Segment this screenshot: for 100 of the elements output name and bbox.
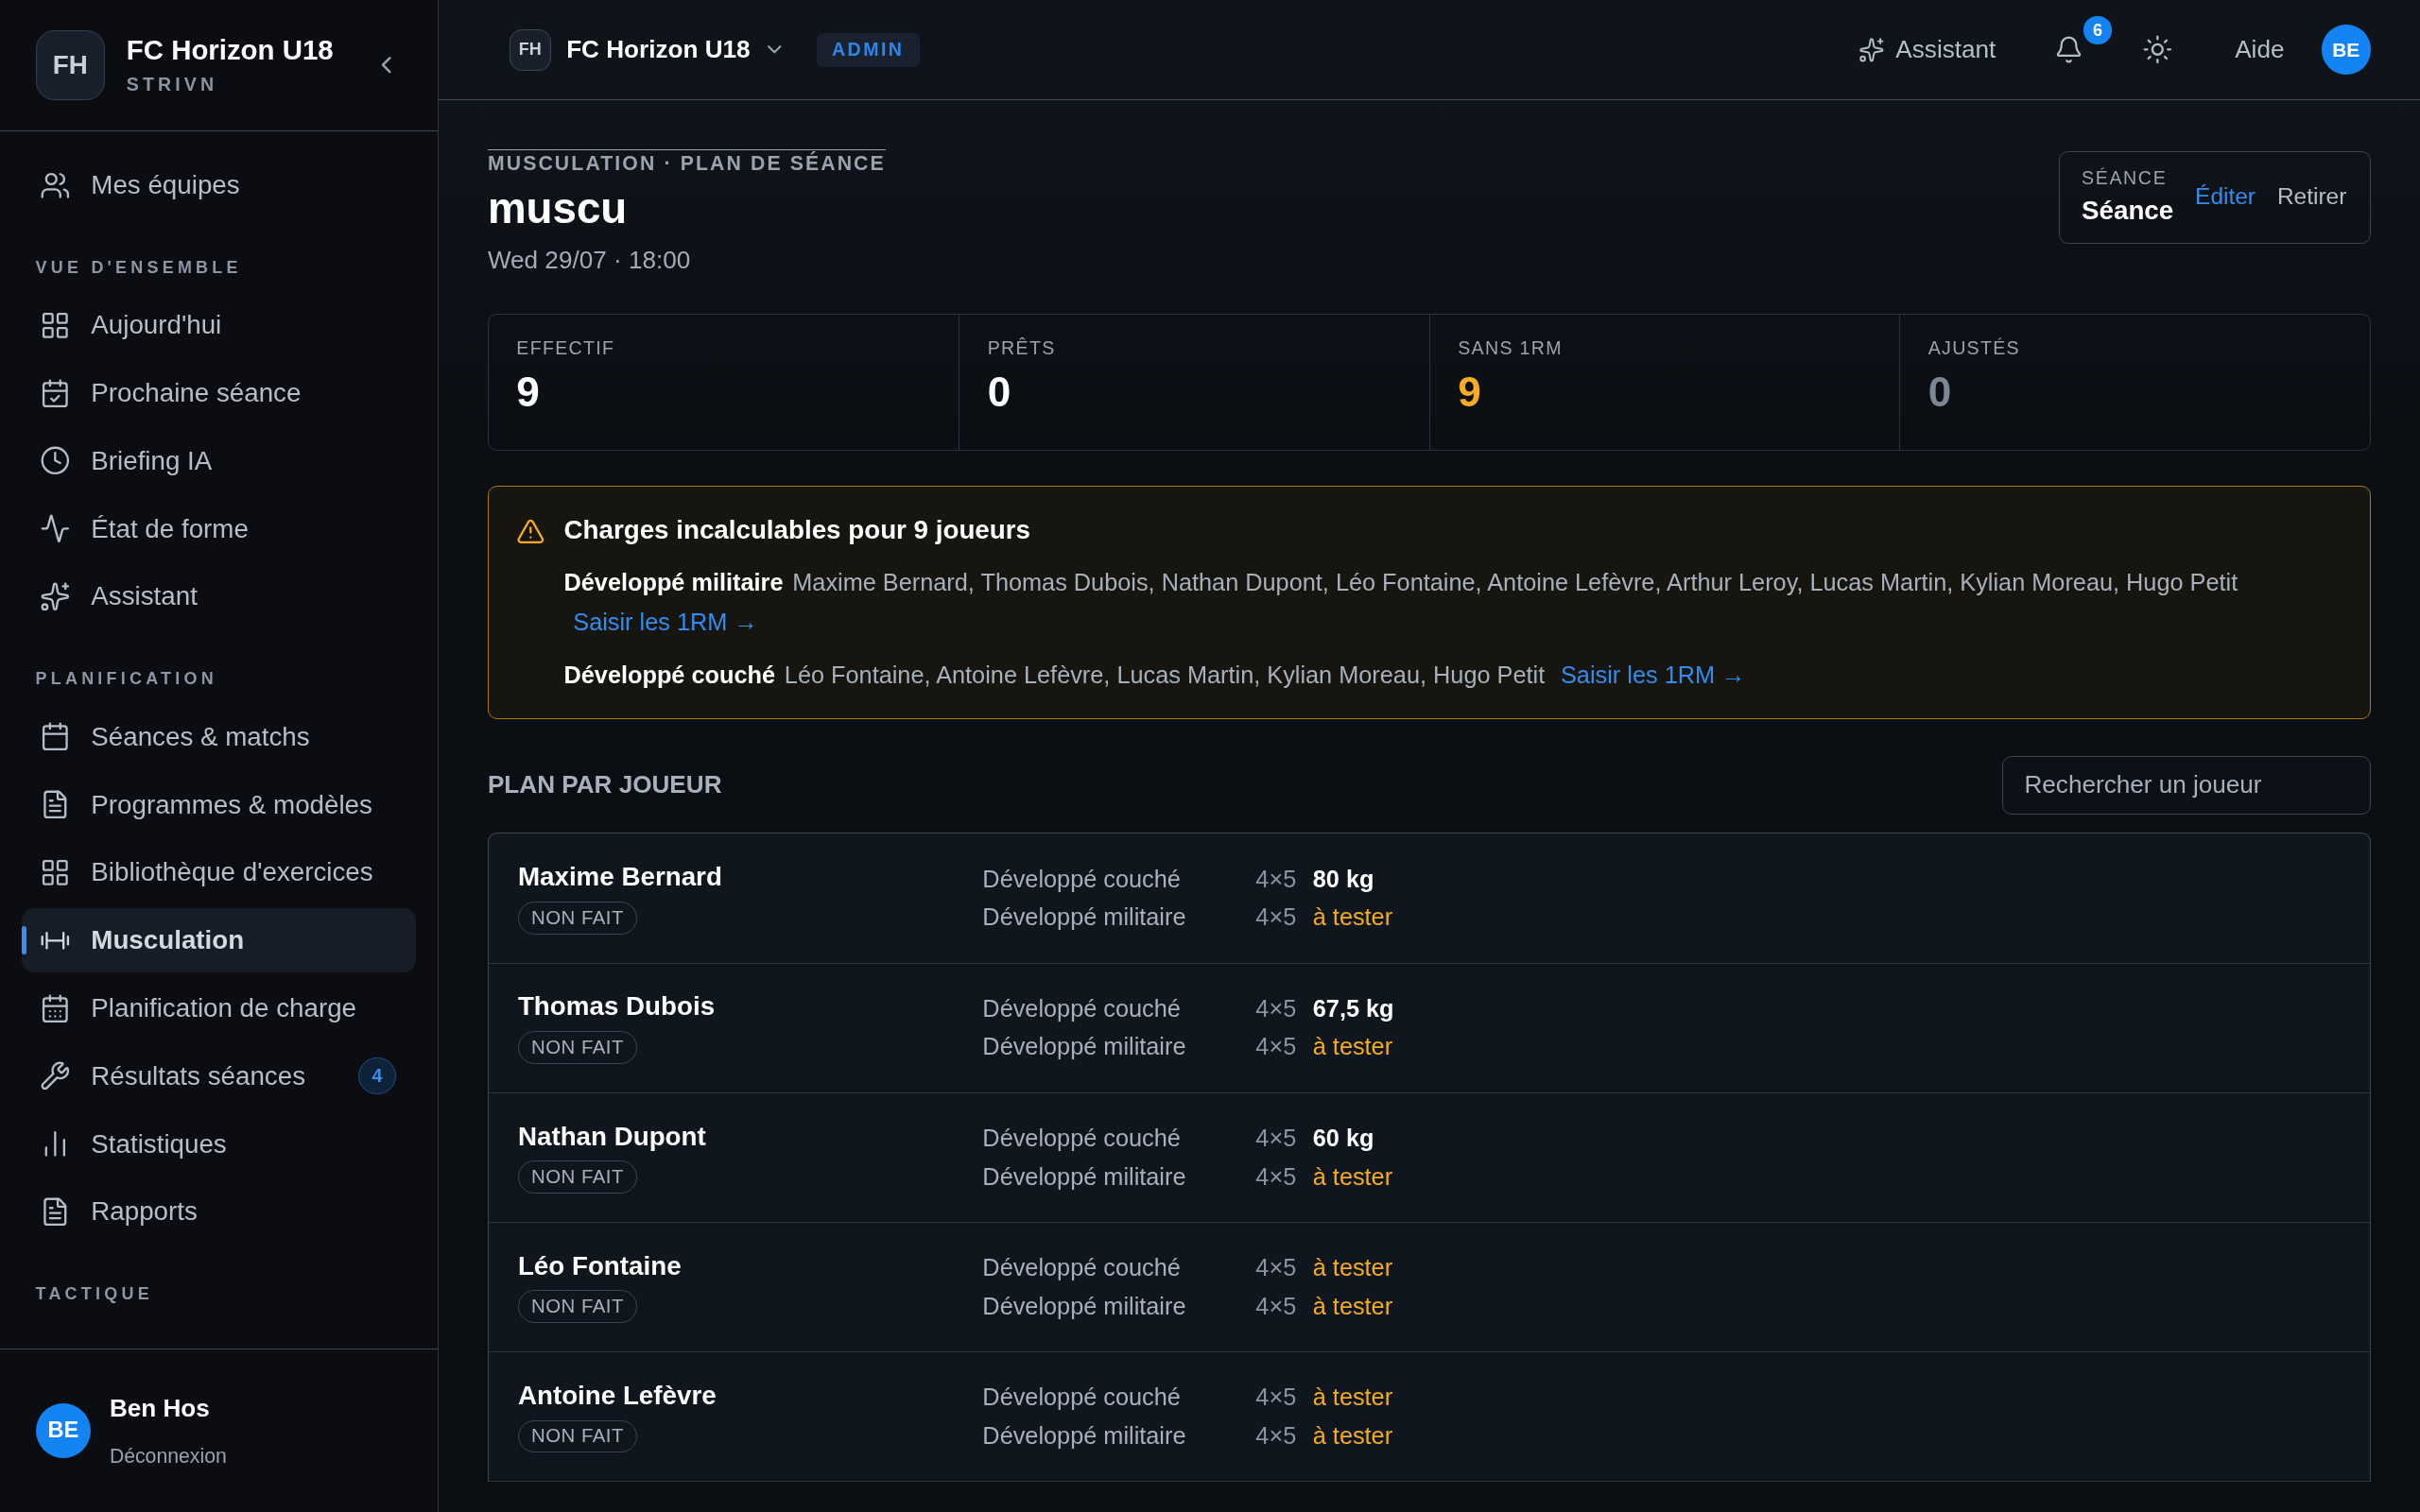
player-name: Maxime Bernard [517, 862, 722, 893]
session-name: Séance [2082, 195, 2174, 226]
enter-1rm-link[interactable]: Saisir les 1RM → [1561, 661, 1746, 688]
sets-reps: 4×5 [1255, 1421, 1298, 1450]
nav-label: État de forme [91, 513, 250, 544]
nav-label: Briefing IA [91, 445, 214, 476]
nav-label: Séances & matchs [91, 721, 311, 752]
nav-item[interactable]: Rapports [21, 1179, 416, 1245]
nav-item[interactable]: Aujourd'hui [21, 292, 416, 358]
nav-label: Statistiques [91, 1128, 228, 1160]
nav-label: Aujourd'hui [91, 310, 223, 341]
load-value: 67,5 kg [1312, 994, 1394, 1022]
nav-item[interactable]: Résultats séances 4 [21, 1043, 416, 1109]
section-title: VUE D'ENSEMBLE [34, 256, 243, 279]
sets-reps: 4×5 [1255, 1292, 1298, 1320]
sun-icon [2142, 34, 2173, 65]
logout-link[interactable]: Déconnexion [109, 1444, 227, 1468]
nav-item[interactable]: Mes équipes [21, 152, 416, 218]
exercise-name: Développé militaire [982, 1292, 1187, 1320]
sets-reps: 4×5 [1255, 865, 1298, 893]
nav-item[interactable]: Briefing IA [21, 428, 416, 494]
nav-label: Mes équipes [91, 169, 241, 200]
nav-label: Programmes & modèles [91, 789, 373, 820]
section-title: PLANIFICATION [34, 668, 218, 691]
nav-label: Planification de charge [91, 993, 358, 1023]
sets-reps: 4×5 [1255, 1033, 1298, 1061]
role-badge: ADMIN [816, 32, 920, 67]
stat-value: 0 [987, 368, 1011, 416]
pulse-icon [40, 513, 72, 544]
section-title: TACTIQUE [34, 1283, 154, 1306]
load-value: 80 kg [1312, 865, 1374, 893]
nav-label: Rapports [91, 1196, 199, 1228]
nav-label: Résultats séances [91, 1060, 307, 1091]
stat-label: PRÊTS [987, 337, 1056, 360]
exercise-name: Développé couché [982, 1383, 1182, 1412]
sets-reps: 4×5 [1255, 1383, 1298, 1412]
breadcrumb: MUSCULATION · PLAN DE SÉANCE [487, 149, 886, 175]
exercise-name: Développé militaire [982, 1421, 1187, 1450]
load-value: à tester [1312, 1162, 1393, 1191]
nav-item[interactable]: Statistiques [21, 1111, 416, 1177]
exercise-name: Développé militaire [982, 1033, 1187, 1061]
exercise-name: Développé militaire [982, 1162, 1187, 1191]
player-name: Antoine Lefèvre [517, 1380, 717, 1411]
nav-item[interactable]: Musculation [21, 907, 416, 973]
nav-item[interactable]: Bibliothèque d'exercices [21, 840, 416, 905]
stat-value: 9 [516, 368, 540, 416]
nav-item[interactable]: Planification de charge [21, 975, 416, 1041]
nav-item[interactable]: Séances & matchs [21, 704, 416, 769]
load-value: 60 kg [1312, 1125, 1374, 1153]
session-date: Wed 29/07 · 18:00 [487, 245, 691, 275]
nav-label: Prochaine séance [91, 378, 302, 408]
help-button[interactable]: Aide [2222, 26, 2297, 74]
exercise-name: Développé couché [982, 994, 1182, 1022]
nav-item[interactable]: Prochaine séance [21, 360, 416, 426]
enter-1rm-link[interactable]: Saisir les 1RM → [573, 609, 758, 636]
user-name: Ben Hos [109, 1394, 211, 1424]
alert-title: Charges incalculables pour 9 joueurs [563, 514, 1031, 545]
nav-item[interactable]: Programmes & modèles [21, 772, 416, 837]
sparkles-icon [40, 581, 72, 612]
stat-value: 0 [1927, 368, 1952, 416]
load-value: à tester [1312, 1033, 1393, 1061]
stat-label: SANS 1RM [1458, 337, 1563, 360]
assistant-button[interactable]: Assistant [1846, 26, 2009, 74]
app-name: STRIVN [126, 74, 219, 96]
sparkles-icon [1858, 36, 1885, 63]
nav-item[interactable]: État de forme [21, 496, 416, 561]
player-name: Thomas Dubois [517, 991, 716, 1022]
section-title: PLAN PAR JOUEUR [487, 770, 722, 800]
load-value: à tester [1312, 1383, 1393, 1412]
nav-label: Assistant [91, 581, 199, 612]
exercise-name: Développé couché [982, 1125, 1182, 1153]
page-title: muscu [487, 183, 628, 233]
edit-button[interactable]: Éditer [2195, 183, 2256, 211]
player-name: Nathan Dupont [517, 1121, 706, 1152]
search-field[interactable]: Rechercher un joueur [2001, 755, 2371, 815]
stat-value: 9 [1458, 368, 1481, 416]
sets-reps: 4×5 [1255, 903, 1298, 932]
load-value: à tester [1312, 903, 1393, 932]
count-badge: 4 [358, 1057, 396, 1095]
load-value: à tester [1312, 1254, 1393, 1282]
load-value: à tester [1312, 1421, 1393, 1450]
clock-icon [40, 445, 72, 477]
team-switcher[interactable]: FC Horizon U18 [566, 35, 802, 65]
user-avatar[interactable]: BE [2321, 25, 2371, 75]
sets-reps: 4×5 [1255, 1162, 1298, 1191]
stat-label: EFFECTIF [516, 337, 615, 360]
exercise-name: Développé couché [982, 1254, 1182, 1282]
nav-item[interactable]: Assistant [21, 564, 416, 629]
notification-count: 6 [2083, 16, 2112, 44]
team-logo: FH [509, 28, 551, 71]
wrench-icon [40, 1060, 72, 1092]
sets-reps: 4×5 [1255, 1254, 1298, 1282]
exercise-name: Développé militaire [982, 903, 1187, 932]
player-name: Léo Fontaine [517, 1250, 682, 1281]
alert-line: Développé couché Léo Fontaine, Antoine Lefèvre, Lucas Martin, Kylian Moreau, Hugo Petit Saisir les 1RM → [563, 660, 1747, 690]
exercise-name: Développé couché [982, 865, 1182, 893]
alert-line: Développé militaire Maxime Bernard, Thomas Dubois, Nathan Dupont, Léo Fontaine, Antoine Lefèvre, Arthur Leroy, Lucas Martin, Kylian Moreau, Hugo Petit Saisir les 1RM → [563, 567, 2239, 638]
sets-reps: 4×5 [1255, 994, 1298, 1022]
team-name: FC Horizon U18 [126, 34, 335, 67]
remove-button[interactable]: Retirer [2276, 183, 2347, 211]
